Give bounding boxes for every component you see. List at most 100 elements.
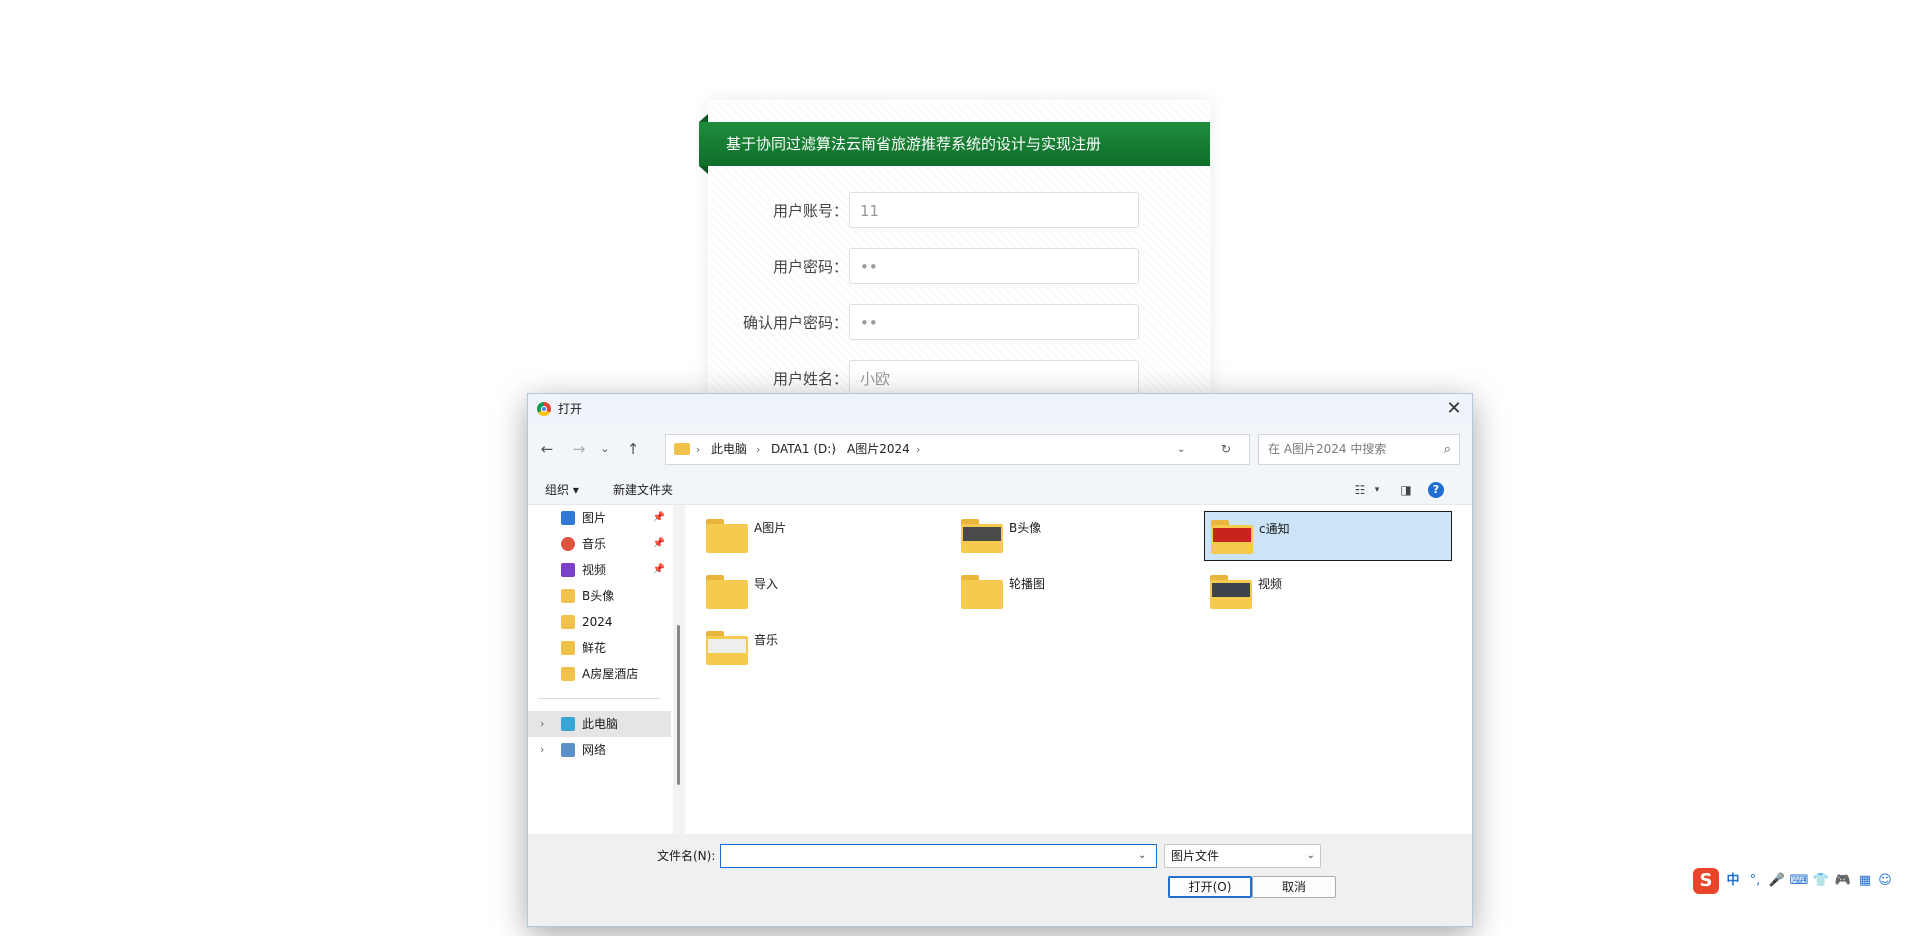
avatar-icon[interactable]: ☺ [1875,871,1895,891]
file-item[interactable]: A图片 [700,511,948,561]
file-item[interactable]: 视频 [1204,567,1452,617]
dialog-footer: 文件名(N): ⌄ 图片文件 ⌄ 打开(O) 取消 [528,834,1472,926]
password-input[interactable]: •• [849,248,1139,284]
filetype-select[interactable]: 图片文件 ⌄ [1164,844,1321,868]
file-name: 音乐 [754,633,779,647]
file-item[interactable]: 导入 [700,567,948,617]
cancel-button[interactable]: 取消 [1252,876,1336,898]
sidebar-item-label: 网络 [582,743,607,757]
file-name: A图片 [754,521,787,535]
sogou-logo-icon[interactable]: S [1693,868,1719,894]
breadcrumb-drive[interactable]: DATA1 (D:) [771,435,836,464]
sidebar-item-this-pc[interactable]: › 此电脑 [528,711,671,737]
filename-input[interactable] [720,844,1157,868]
open-button[interactable]: 打开(O) [1168,876,1252,898]
pin-icon: 📌 [652,512,665,523]
address-history-icon[interactable]: ⌄ [1177,435,1185,464]
up-icon[interactable]: ↑ [622,438,644,460]
file-name: 视频 [1258,577,1283,591]
folder-icon [706,519,748,553]
skin-icon[interactable]: 👕 [1811,871,1831,891]
this-pc-icon [561,717,575,731]
organize-button[interactable]: 组织 ▾ [545,476,579,504]
sidebar-item-network[interactable]: › 网络 [528,737,671,763]
file-item[interactable]: B头像 [955,511,1203,561]
sidebar-item-label: 鲜花 [582,641,607,655]
sidebar-scrollbar[interactable] [673,505,685,834]
pin-icon: 📌 [652,538,665,549]
register-title: 基于协同过滤算法云南省旅游推荐系统的设计与实现注册 [699,114,1210,174]
file-name: 导入 [754,577,779,591]
game-icon[interactable]: 🎮 [1833,871,1853,891]
folder-icon [961,575,1003,609]
name-input[interactable]: 小欧 [849,360,1139,396]
sidebar-item-music[interactable]: 音乐 📌 [528,531,671,557]
field-confirm-password: 确认用户密码： •• [708,304,1210,342]
divider [538,698,660,699]
command-bar: 组织 ▾ 新建文件夹 ☷ ▾ ◨ ? [528,476,1472,505]
chrome-icon [537,402,551,416]
file-name: c通知 [1259,522,1290,536]
confirm-password-input[interactable]: •• [849,304,1139,340]
folder-icon [561,589,575,603]
file-item[interactable]: 音乐 [700,623,948,673]
chevron-down-icon: ⌄ [1306,850,1315,861]
search-placeholder: 在 A图片2024 中搜索 [1268,442,1387,456]
pin-icon: 📌 [652,564,665,575]
field-label: 用户密码： [772,258,848,276]
sidebar-item-label: 视频 [582,563,607,577]
chevron-down-icon[interactable]: ⌄ [1138,844,1146,868]
sidebar-item-label: 音乐 [582,537,607,551]
sidebar-item-flowers[interactable]: 鲜花 [528,635,671,661]
new-folder-button[interactable]: 新建文件夹 [613,476,673,504]
view-options-icon[interactable]: ☷ [1352,482,1368,498]
dialog-titlebar: 打开 ✕ [528,394,1472,424]
file-item-selected[interactable]: c通知 [1204,511,1452,561]
ime-toolbar: S 中 °, 🎤 ⌨ 👕 🎮 ▦ ☺ [1693,866,1912,896]
sidebar-item-label: 图片 [582,511,607,525]
file-name: 轮播图 [1009,577,1046,591]
breadcrumb-folder[interactable]: A图片2024 [847,435,910,464]
breadcrumb-this-pc[interactable]: 此电脑 [711,435,747,464]
scroll-thumb[interactable] [677,625,680,785]
back-icon[interactable]: ← [536,438,558,460]
microphone-icon[interactable]: 🎤 [1767,871,1787,891]
toolbox-icon[interactable]: ▦ [1855,871,1875,891]
preview-pane-icon[interactable]: ◨ [1398,482,1414,498]
folder-icon [561,667,575,681]
account-input[interactable]: 11 [849,192,1139,228]
ime-lang[interactable]: 中 [1723,871,1743,891]
search-icon: ⌕ [1443,442,1451,457]
dialog-title: 打开 [558,402,583,416]
sidebar-item-pictures[interactable]: 图片 📌 [528,505,671,531]
chevron-right-icon[interactable]: › [540,737,544,763]
chevron-right-icon[interactable]: › [540,711,544,737]
keyboard-icon[interactable]: ⌨ [1789,871,1809,891]
pictures-icon [561,511,575,525]
punctuation-icon[interactable]: °, [1745,871,1765,891]
sidebar-item-hotel[interactable]: A房屋酒店 [528,661,671,687]
forward-icon[interactable]: → [568,438,590,460]
file-item[interactable]: 轮播图 [955,567,1203,617]
close-button[interactable]: ✕ [1444,399,1464,419]
chevron-down-icon[interactable]: ▾ [1369,482,1385,498]
folder-icon [561,615,575,629]
folder-icon [561,641,575,655]
file-open-dialog: 打开 ✕ ← → ⌄ ↑ › 此电脑 › DATA1 (D:) › A图片202… [527,393,1473,927]
recent-locations-icon[interactable]: ⌄ [594,438,616,460]
music-icon [561,537,575,551]
sidebar-item-label: B头像 [582,589,615,603]
search-box[interactable]: 在 A图片2024 中搜索 ⌕ [1258,434,1460,465]
sidebar-item-b-avatar[interactable]: B头像 [528,583,671,609]
help-icon[interactable]: ? [1428,482,1444,498]
navigation-bar: ← → ⌄ ↑ › 此电脑 › DATA1 (D:) › A图片2024 › ⌄… [528,424,1472,476]
address-bar[interactable]: › 此电脑 › DATA1 (D:) › A图片2024 › ⌄ ↻ [665,434,1250,465]
folder-icon [706,575,748,609]
sidebar-item-label: 2024 [582,615,613,629]
sidebar-item-video[interactable]: 视频 📌 [528,557,671,583]
refresh-icon[interactable]: ↻ [1221,435,1231,464]
sidebar-item-2024[interactable]: 2024 [528,609,671,635]
register-panel: 基于协同过滤算法云南省旅游推荐系统的设计与实现注册 用户账号： 11 用户密码：… [699,100,1210,400]
video-icon [561,563,575,577]
folder-icon [1211,520,1253,554]
